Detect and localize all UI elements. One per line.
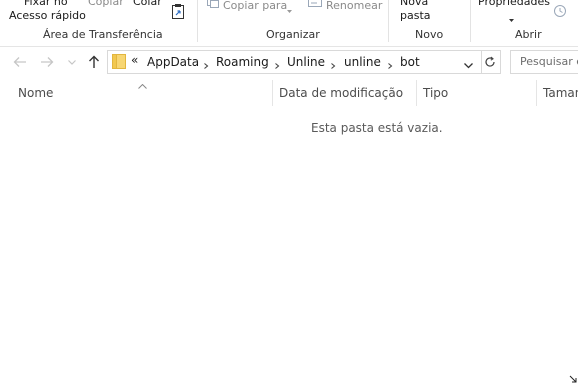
new-folder-label-line2: pasta bbox=[400, 9, 431, 22]
breadcrumb-item[interactable]: bot bbox=[400, 55, 420, 69]
column-divider[interactable] bbox=[536, 80, 537, 106]
column-header-size[interactable]: Taman bbox=[543, 86, 578, 100]
recent-locations-chevron-icon[interactable] bbox=[63, 53, 81, 71]
up-arrow-icon[interactable] bbox=[85, 53, 103, 71]
breadcrumb-chevron-icon[interactable] bbox=[387, 59, 393, 69]
copy-button[interactable]: Copiar bbox=[88, 0, 124, 8]
refresh-icon bbox=[484, 56, 496, 68]
breadcrumb-item[interactable]: Roaming bbox=[216, 55, 269, 69]
file-list-area[interactable] bbox=[0, 106, 578, 383]
open-group-label: Abrir bbox=[515, 28, 542, 41]
paste-button[interactable]: Colar bbox=[133, 0, 162, 8]
new-group-label: Novo bbox=[415, 28, 444, 41]
column-header-row: Nome Data de modificação Tipo Taman bbox=[0, 80, 578, 106]
breadcrumb-chevron-icon[interactable] bbox=[330, 59, 336, 69]
properties-dropdown-icon bbox=[509, 12, 514, 25]
history-icon[interactable] bbox=[553, 4, 567, 18]
ribbon-separator bbox=[388, 0, 389, 42]
address-dropdown-chevron-icon[interactable] bbox=[464, 59, 473, 72]
breadcrumb-item[interactable]: AppData bbox=[147, 55, 199, 69]
empty-folder-message: Esta pasta está vazia. bbox=[311, 121, 443, 135]
pin-label-line1: Fixar no bbox=[24, 0, 68, 8]
folder-icon bbox=[112, 54, 126, 69]
clipboard-group-label: Área de Transferência bbox=[43, 28, 163, 41]
search-box bbox=[510, 50, 578, 74]
column-header-type[interactable]: Tipo bbox=[423, 86, 448, 100]
sort-ascending-icon bbox=[138, 79, 147, 92]
refresh-button[interactable] bbox=[480, 50, 501, 74]
breadcrumb-chevron-icon[interactable] bbox=[274, 59, 280, 69]
breadcrumb-item[interactable]: unline bbox=[344, 55, 381, 69]
copy-to-icon bbox=[207, 0, 219, 8]
address-bar[interactable]: « AppData Roaming Unline unline bot bbox=[107, 50, 482, 74]
resize-grip-icon[interactable] bbox=[569, 374, 577, 387]
back-arrow-icon[interactable] bbox=[11, 53, 29, 71]
column-header-date-modified[interactable]: Data de modificação bbox=[279, 86, 403, 100]
rename-icon bbox=[308, 0, 322, 8]
column-divider[interactable] bbox=[272, 80, 273, 106]
copy-to-label: Copiar para bbox=[223, 0, 288, 12]
search-input[interactable] bbox=[511, 51, 578, 71]
new-folder-label-line1: Nova bbox=[400, 0, 429, 8]
ribbon-separator bbox=[197, 0, 198, 42]
organize-group-label: Organizar bbox=[266, 28, 320, 41]
navigation-bar: « AppData Roaming Unline unline bot bbox=[0, 47, 578, 77]
pin-label-line2: Acesso rápido bbox=[9, 9, 86, 22]
column-divider[interactable] bbox=[416, 80, 417, 106]
column-header-name[interactable]: Nome bbox=[18, 86, 53, 100]
breadcrumb-item[interactable]: Unline bbox=[287, 55, 325, 69]
breadcrumb-chevron-icon[interactable] bbox=[203, 59, 209, 69]
breadcrumb-overflow-button[interactable]: « bbox=[131, 53, 138, 67]
properties-label: Propriedades bbox=[478, 0, 550, 8]
forward-arrow-icon[interactable] bbox=[38, 53, 56, 71]
rename-label: Renomear bbox=[326, 0, 383, 12]
copy-to-dropdown-icon bbox=[287, 3, 292, 16]
paste-shortcut-icon[interactable] bbox=[171, 3, 185, 19]
ribbon-separator bbox=[470, 0, 471, 42]
ribbon: Fixar no Acesso rápido Copiar Colar Área… bbox=[0, 0, 578, 47]
